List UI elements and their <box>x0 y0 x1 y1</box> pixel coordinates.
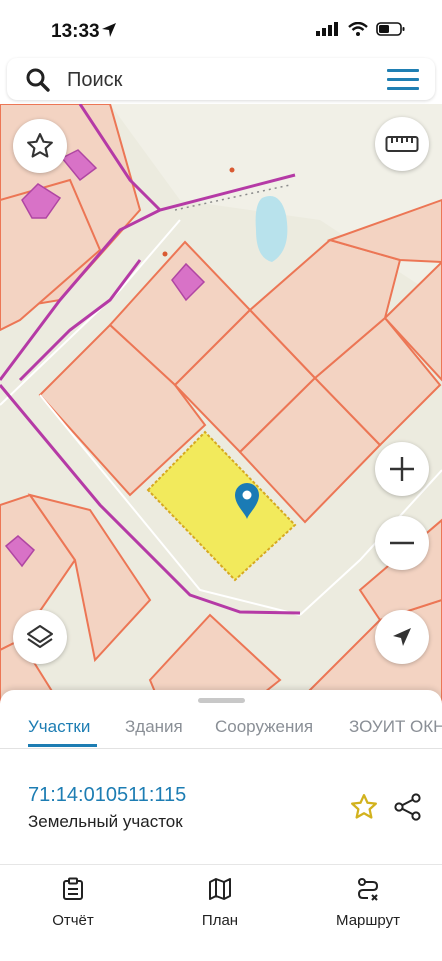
minus-icon <box>390 541 414 545</box>
wifi-icon <box>348 22 368 36</box>
active-tab-indicator <box>28 744 97 747</box>
zoom-out-button[interactable] <box>375 516 429 570</box>
bottom-navigation: Отчёт План Маршрут <box>0 864 442 961</box>
ruler-icon <box>385 136 419 152</box>
search-input[interactable] <box>65 66 369 94</box>
share-icon[interactable] <box>393 792 423 822</box>
star-outline-icon <box>27 133 53 158</box>
parcel-type: Земельный участок <box>28 812 183 831</box>
zoom-in-button[interactable] <box>375 442 429 496</box>
menu-line <box>387 87 419 90</box>
menu-line <box>387 78 419 81</box>
nav-report-label: Отчёт <box>52 912 94 929</box>
status-icons <box>316 22 406 36</box>
favorites-button[interactable] <box>13 119 67 173</box>
location-arrow-icon <box>102 23 116 37</box>
status-bar: 13:33 <box>0 0 442 60</box>
status-time: 13:33 <box>51 21 100 42</box>
signal-icon <box>316 22 338 36</box>
tab-parcels[interactable]: Участки <box>28 717 90 737</box>
route-icon <box>357 878 379 901</box>
object-tabs: Участки Здания Сооружения ЗОУИТ ОКН <box>0 708 442 748</box>
navigation-arrow-icon <box>393 628 411 646</box>
ruler-button[interactable] <box>375 117 429 171</box>
layers-icon <box>27 625 53 648</box>
tab-zouit-okn[interactable]: ЗОУИТ ОКН <box>349 717 442 737</box>
map-canvas <box>0 104 442 704</box>
nav-plan[interactable]: План <box>170 877 270 929</box>
tab-buildings[interactable]: Здания <box>125 717 183 737</box>
search-icon[interactable] <box>25 67 51 93</box>
nav-route-label: Маршрут <box>336 912 400 929</box>
map-plan-icon <box>209 878 231 900</box>
report-icon <box>63 877 83 900</box>
favorite-star-icon[interactable] <box>349 792 379 822</box>
divider <box>0 748 442 749</box>
battery-icon <box>376 22 405 36</box>
nav-plan-label: План <box>201 912 239 929</box>
parcel-list-item[interactable]: 71:14:010511:115 Земельный участок <box>0 750 442 862</box>
my-location-button[interactable] <box>375 610 429 664</box>
nav-report[interactable]: Отчёт <box>23 877 123 929</box>
cadastral-map[interactable] <box>0 104 442 704</box>
plus-icon <box>390 457 414 481</box>
nav-route[interactable]: Маршрут <box>318 877 418 929</box>
layers-button[interactable] <box>13 610 67 664</box>
tab-structures[interactable]: Сооружения <box>215 717 313 737</box>
sheet-drag-handle[interactable] <box>198 698 245 703</box>
search-bar <box>7 58 435 100</box>
menu-line <box>387 69 419 72</box>
menu-icon[interactable] <box>387 69 419 91</box>
cadastral-number[interactable]: 71:14:010511:115 <box>28 784 186 807</box>
